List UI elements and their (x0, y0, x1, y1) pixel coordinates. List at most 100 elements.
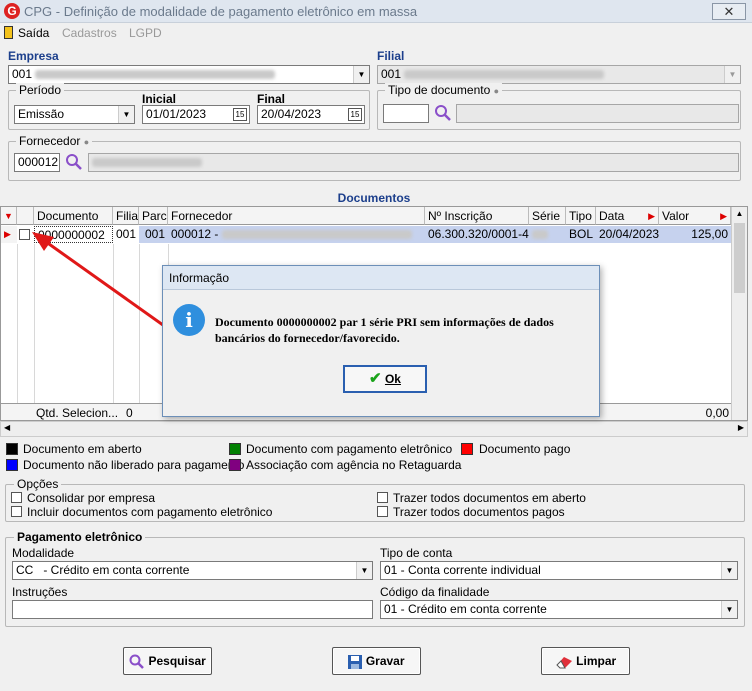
incluir-checkbox[interactable] (11, 506, 22, 517)
consolidar-checkbox[interactable] (11, 492, 22, 503)
col-documento[interactable]: Documento (34, 207, 113, 225)
legend-not-released: Documento não liberado para pagamento (23, 458, 245, 472)
final-date-input[interactable]: 20/04/2023 15 (257, 105, 365, 124)
chevron-down-icon[interactable]: ▼ (721, 601, 737, 618)
scroll-left-icon[interactable]: ◀ (4, 423, 10, 432)
scroll-thumb[interactable] (734, 223, 745, 293)
instrucoes-label: Instruções (12, 585, 68, 599)
col-inscricao[interactable]: Nº Inscrição (425, 207, 529, 225)
menu-register[interactable]: Cadastros (62, 26, 117, 40)
save-button[interactable]: Gravar (332, 647, 421, 675)
grid-vertical-scrollbar[interactable]: ▲ (731, 207, 747, 420)
select-col-header (17, 207, 34, 225)
ok-button[interactable]: ✔ Ok (343, 365, 427, 393)
chevron-down-icon[interactable]: ▼ (721, 562, 737, 579)
filial-label: Filial (377, 49, 405, 63)
trazer-pagos-label: Trazer todos documentos pagos (393, 505, 565, 519)
search-button-label: Pesquisar (148, 654, 206, 668)
tipo-doc-input[interactable] (383, 104, 429, 123)
filial-select[interactable]: 001 ▼ (377, 65, 741, 84)
cell-data[interactable]: 20/04/2023 (596, 226, 659, 243)
fornecedor-code: 000012 (18, 155, 59, 169)
search-icon[interactable] (65, 153, 83, 171)
grid-horizontal-scrollbar[interactable]: ◀ ▶ (0, 421, 748, 437)
legend-agency: Associação com agência no Retaguarda (246, 458, 462, 472)
cell-inscricao[interactable]: 06.300.320/0001-43 (425, 226, 529, 243)
calendar-icon[interactable]: 15 (348, 108, 362, 121)
col-parc[interactable]: Parc. (139, 207, 168, 225)
scroll-up-icon[interactable]: ▲ (732, 207, 747, 221)
menu-bar: Saída Cadastros LGPD (0, 23, 752, 43)
legend-agency-swatch (229, 459, 241, 471)
menu-lgpd[interactable]: LGPD (129, 26, 162, 40)
periodo-select[interactable]: Emissão ▼ (14, 105, 135, 124)
empresa-label: Empresa (8, 49, 59, 63)
chevron-down-icon[interactable]: ▼ (353, 66, 369, 83)
cell-fornecedor[interactable]: 000012 - (168, 226, 425, 243)
pin-icon: ● (493, 86, 500, 96)
periodo-value: Emissão (18, 107, 65, 121)
col-filial[interactable]: Filial (113, 207, 139, 225)
chevron-down-icon[interactable]: ▼ (724, 66, 740, 83)
search-icon[interactable] (434, 104, 452, 122)
chevron-down-icon[interactable]: ▼ (118, 106, 134, 123)
fornecedor-label: Fornecedor ● (16, 134, 93, 148)
legend-not-released-swatch (6, 459, 18, 471)
col-fornecedor[interactable]: Fornecedor (168, 207, 425, 225)
col-tipo[interactable]: Tipo (566, 207, 596, 225)
dialog-message: Documento 0000000002 par 1 série PRI sem… (215, 315, 554, 345)
legend-paid: Documento pago (479, 442, 571, 456)
pagamento-label: Pagamento eletrônico (14, 530, 146, 544)
modalidade-select[interactable]: CC - Crédito em conta corrente ▼ (12, 561, 373, 580)
tipo-conta-select[interactable]: 01 - Conta corrente individual ▼ (380, 561, 738, 580)
cell-serie[interactable] (529, 226, 566, 243)
chevron-down-icon[interactable]: ▼ (356, 562, 372, 579)
sort-arrow-icon: ▶ (648, 211, 655, 221)
trazer-aberto-label: Trazer todos documentos em aberto (393, 491, 586, 505)
trazer-aberto-checkbox[interactable] (377, 492, 388, 503)
codigo-label: Código da finalidade (380, 585, 490, 599)
search-button[interactable]: Pesquisar (123, 647, 212, 675)
legend-electronic-swatch (229, 443, 241, 455)
inicial-date-input[interactable]: 01/01/2023 15 (142, 105, 250, 124)
scroll-right-icon[interactable]: ▶ (738, 423, 744, 432)
tipo-doc-desc (456, 104, 739, 123)
col-valor-label: Valor (662, 209, 690, 223)
col-data[interactable]: Data ▶ (596, 207, 659, 225)
clear-button[interactable]: Limpar (541, 647, 630, 675)
close-button[interactable]: ✕ (712, 3, 746, 20)
filter-arrow-icon[interactable]: ▼ (1, 207, 17, 225)
cell-tipo[interactable]: BOL (566, 226, 596, 243)
codigo-select[interactable]: 01 - Crédito em conta corrente ▼ (380, 600, 738, 619)
fornecedor-label-text: Fornecedor (19, 134, 81, 148)
col-data-label: Data (599, 209, 625, 223)
menu-exit[interactable]: Saída (18, 26, 49, 40)
calendar-icon[interactable]: 15 (233, 108, 247, 121)
col-serie[interactable]: Série (529, 207, 566, 225)
incluir-label: Incluir documentos com pagamento eletrôn… (27, 505, 273, 519)
ok-button-label: Ok (384, 372, 401, 386)
sort-arrow-icon: ▶ (720, 211, 727, 221)
annotation-arrow-icon (32, 232, 171, 332)
fornecedor-code-input[interactable]: 000012 (14, 153, 60, 172)
instrucoes-input[interactable] (12, 600, 373, 619)
row-indicator-icon: ▶ (1, 226, 17, 243)
eraser-icon (556, 656, 572, 669)
search-icon (129, 654, 145, 669)
cell-valor[interactable]: 125,00 (659, 226, 731, 243)
pin-icon: ● (83, 137, 90, 147)
trazer-pagos-checkbox[interactable] (377, 506, 388, 517)
clear-button-label: Limpar (576, 654, 617, 668)
col-valor[interactable]: Valor ▶ (659, 207, 731, 225)
tipo-conta-value: 01 - Conta corrente individual (384, 563, 541, 577)
fornecedor-desc (88, 153, 739, 172)
empresa-select[interactable]: 001 ▼ (8, 65, 370, 84)
final-value: 20/04/2023 (261, 107, 322, 121)
periodo-label: Período (16, 83, 65, 97)
tipo-doc-label-text: Tipo de documento (388, 83, 491, 97)
inicial-label: Inicial (142, 92, 177, 106)
legend-open: Documento em aberto (23, 442, 142, 456)
modalidade-value: CC - Crédito em conta corrente (16, 563, 190, 577)
title-bar: G CPG - Definição de modalidade de pagam… (0, 0, 752, 23)
legend-electronic: Documento com pagamento eletrônico (246, 442, 453, 456)
